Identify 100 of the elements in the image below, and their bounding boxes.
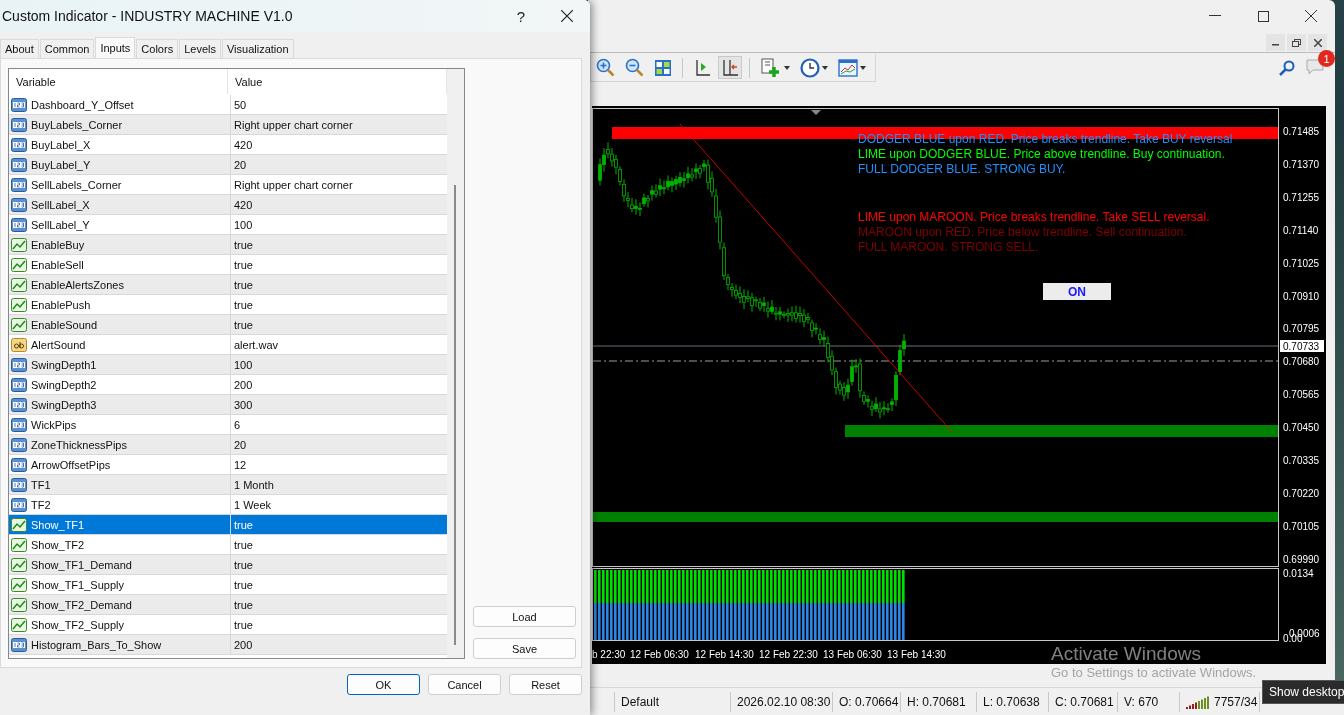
line-chart-icon bbox=[11, 537, 27, 552]
variable-name: Show_TF1_Demand bbox=[31, 558, 132, 571]
tab[interactable]: Common bbox=[39, 39, 95, 58]
load-button[interactable]: Load bbox=[473, 606, 576, 627]
table-row[interactable]: TF2 1 Week bbox=[9, 495, 447, 515]
table-row[interactable]: Show_TF1_Supply true bbox=[9, 575, 447, 595]
dialog-button[interactable]: Cancel bbox=[428, 674, 501, 695]
table-row[interactable]: Show_TF2_Supply true bbox=[9, 615, 447, 635]
chart-note: LIME upon MAROON. Price breaks trendline. Take SELL reversal. bbox=[858, 210, 1211, 225]
variable-name: EnableSell bbox=[31, 258, 84, 271]
save-button[interactable]: Save bbox=[473, 638, 576, 659]
variable-name: EnableAlertsZones bbox=[31, 278, 124, 291]
value-cell-text: alert.wav bbox=[233, 337, 280, 353]
table-row[interactable]: EnableSound true bbox=[9, 315, 447, 335]
number-type-icon bbox=[11, 477, 27, 492]
table-row[interactable]: SwingDepth1 100 bbox=[9, 355, 447, 375]
line-chart-icon bbox=[11, 557, 27, 572]
table-row[interactable]: BuyLabel_X 420 bbox=[9, 135, 447, 155]
price-label: 0.71140 bbox=[1283, 224, 1319, 236]
value-cell-text: true bbox=[233, 297, 254, 313]
table-row[interactable]: Show_TF2 true bbox=[9, 535, 447, 555]
table-row[interactable]: Show_TF2_Demand true bbox=[9, 595, 447, 615]
value-cell-text: true bbox=[233, 557, 254, 573]
price-label: 0.70335 bbox=[1283, 455, 1320, 466]
tab[interactable]: Levels bbox=[179, 39, 221, 58]
table-row[interactable]: Show_TF1 true bbox=[9, 515, 447, 535]
value-cell-text: Right upper chart corner bbox=[233, 117, 354, 133]
tab[interactable]: Visualization bbox=[221, 39, 294, 58]
value-cell-text: true bbox=[233, 317, 254, 333]
close-button[interactable] bbox=[1308, 34, 1327, 51]
variable-name: BuyLabel_X bbox=[31, 138, 91, 151]
current-price-tag: 0.70733 bbox=[1280, 340, 1324, 352]
table-row[interactable]: SellLabel_X 420 bbox=[9, 195, 447, 215]
table-row[interactable]: ArrowOffsetPips 12 bbox=[9, 455, 447, 475]
number-type-icon bbox=[11, 97, 27, 112]
variable-name: Show_TF1_Supply bbox=[31, 578, 124, 591]
variable-name: Dashboard_Y_Offset bbox=[31, 98, 134, 111]
toolbar-button[interactable] bbox=[718, 56, 742, 79]
table-row[interactable]: ZoneThicknessPips 20 bbox=[9, 435, 447, 455]
variable-name: Histogram_Bars_To_Show bbox=[31, 638, 162, 651]
chat-bubble-icon[interactable] bbox=[1305, 58, 1325, 76]
number-type-icon bbox=[11, 197, 27, 212]
table-row[interactable]: BuyLabels_Corner Right upper chart corner bbox=[9, 115, 447, 135]
number-type-icon bbox=[11, 177, 27, 192]
notification-badge: 1 bbox=[1318, 50, 1335, 67]
table-row[interactable]: SwingDepth2 200 bbox=[9, 375, 447, 395]
time-label: 12 Feb 14:30 bbox=[695, 649, 754, 660]
signal-bars-icon bbox=[1186, 694, 1210, 709]
table-row[interactable]: EnableSell true bbox=[9, 255, 447, 275]
auto-scroll-icon bbox=[721, 58, 739, 77]
variable-name: SellLabels_Corner bbox=[31, 178, 122, 191]
chart-note: FULL DODGER BLUE. STRONG BUY. bbox=[858, 162, 1067, 177]
line-chart-icon bbox=[11, 577, 27, 592]
variable-name: BuyLabels_Corner bbox=[31, 118, 123, 131]
value-cell-text: true bbox=[233, 577, 254, 593]
tab[interactable]: Inputs bbox=[95, 37, 136, 58]
restore-button[interactable] bbox=[1287, 34, 1306, 51]
close-icon bbox=[561, 10, 573, 22]
price-label: 0.70680 bbox=[1283, 356, 1320, 368]
price-label: 0.70795 bbox=[1283, 323, 1320, 335]
variable-name: WickPips bbox=[31, 418, 77, 431]
table-row[interactable]: SwingDepth3 300 bbox=[9, 395, 447, 415]
table-row[interactable]: WickPips 6 bbox=[9, 415, 447, 435]
table-row[interactable]: Show_TF1_Demand true bbox=[9, 555, 447, 575]
number-type-icon bbox=[11, 497, 27, 512]
variable-name: BuyLabel_Y bbox=[31, 158, 91, 171]
minimize-button[interactable] bbox=[1266, 34, 1285, 51]
help-button[interactable]: ? bbox=[498, 0, 544, 32]
tile-windows-icon bbox=[654, 58, 672, 77]
dialog-button[interactable]: Reset bbox=[509, 674, 582, 695]
table-row[interactable]: EnableAlertsZones true bbox=[9, 275, 447, 295]
toolbar-button[interactable] bbox=[835, 56, 869, 79]
line-chart-icon bbox=[11, 517, 27, 532]
dialog-button[interactable]: OK bbox=[347, 674, 420, 695]
value-cell-text: 1 Month bbox=[233, 477, 275, 493]
text-type-icon bbox=[11, 337, 27, 352]
activation-title: Activate Windows bbox=[1051, 643, 1202, 665]
variable-name: EnableBuy bbox=[31, 238, 85, 251]
number-type-icon bbox=[11, 437, 27, 452]
table-row[interactable]: BuyLabel_Y 20 bbox=[9, 155, 447, 175]
table-row[interactable]: EnablePush true bbox=[9, 295, 447, 315]
table-row[interactable]: SellLabel_Y 100 bbox=[9, 215, 447, 235]
on-button[interactable]: ON bbox=[1043, 283, 1111, 300]
tab[interactable]: About bbox=[0, 39, 39, 58]
value-cell-text: 12 bbox=[233, 457, 248, 473]
number-type-icon bbox=[11, 137, 27, 152]
table-row[interactable]: EnableBuy true bbox=[9, 235, 447, 255]
table-row[interactable]: SellLabels_Corner Right upper chart corner bbox=[9, 175, 447, 195]
line-chart-icon bbox=[11, 277, 27, 292]
status-text: L: 0.70638 bbox=[977, 691, 1049, 712]
search-icon[interactable] bbox=[1279, 60, 1295, 76]
table-row[interactable]: Histogram_Bars_To_Show 200 bbox=[9, 635, 447, 655]
table-row[interactable]: Dashboard_Y_Offset 50 bbox=[9, 95, 447, 115]
number-type-icon bbox=[11, 117, 27, 132]
table-row[interactable]: TF1 1 Month bbox=[9, 475, 447, 495]
number-type-icon bbox=[11, 377, 27, 392]
status-text: 2026.02.10 08:30 bbox=[731, 691, 833, 712]
tab[interactable]: Colors bbox=[136, 39, 179, 58]
toolbar-button[interactable] bbox=[797, 56, 831, 79]
table-row[interactable]: AlertSound alert.wav bbox=[9, 335, 447, 355]
